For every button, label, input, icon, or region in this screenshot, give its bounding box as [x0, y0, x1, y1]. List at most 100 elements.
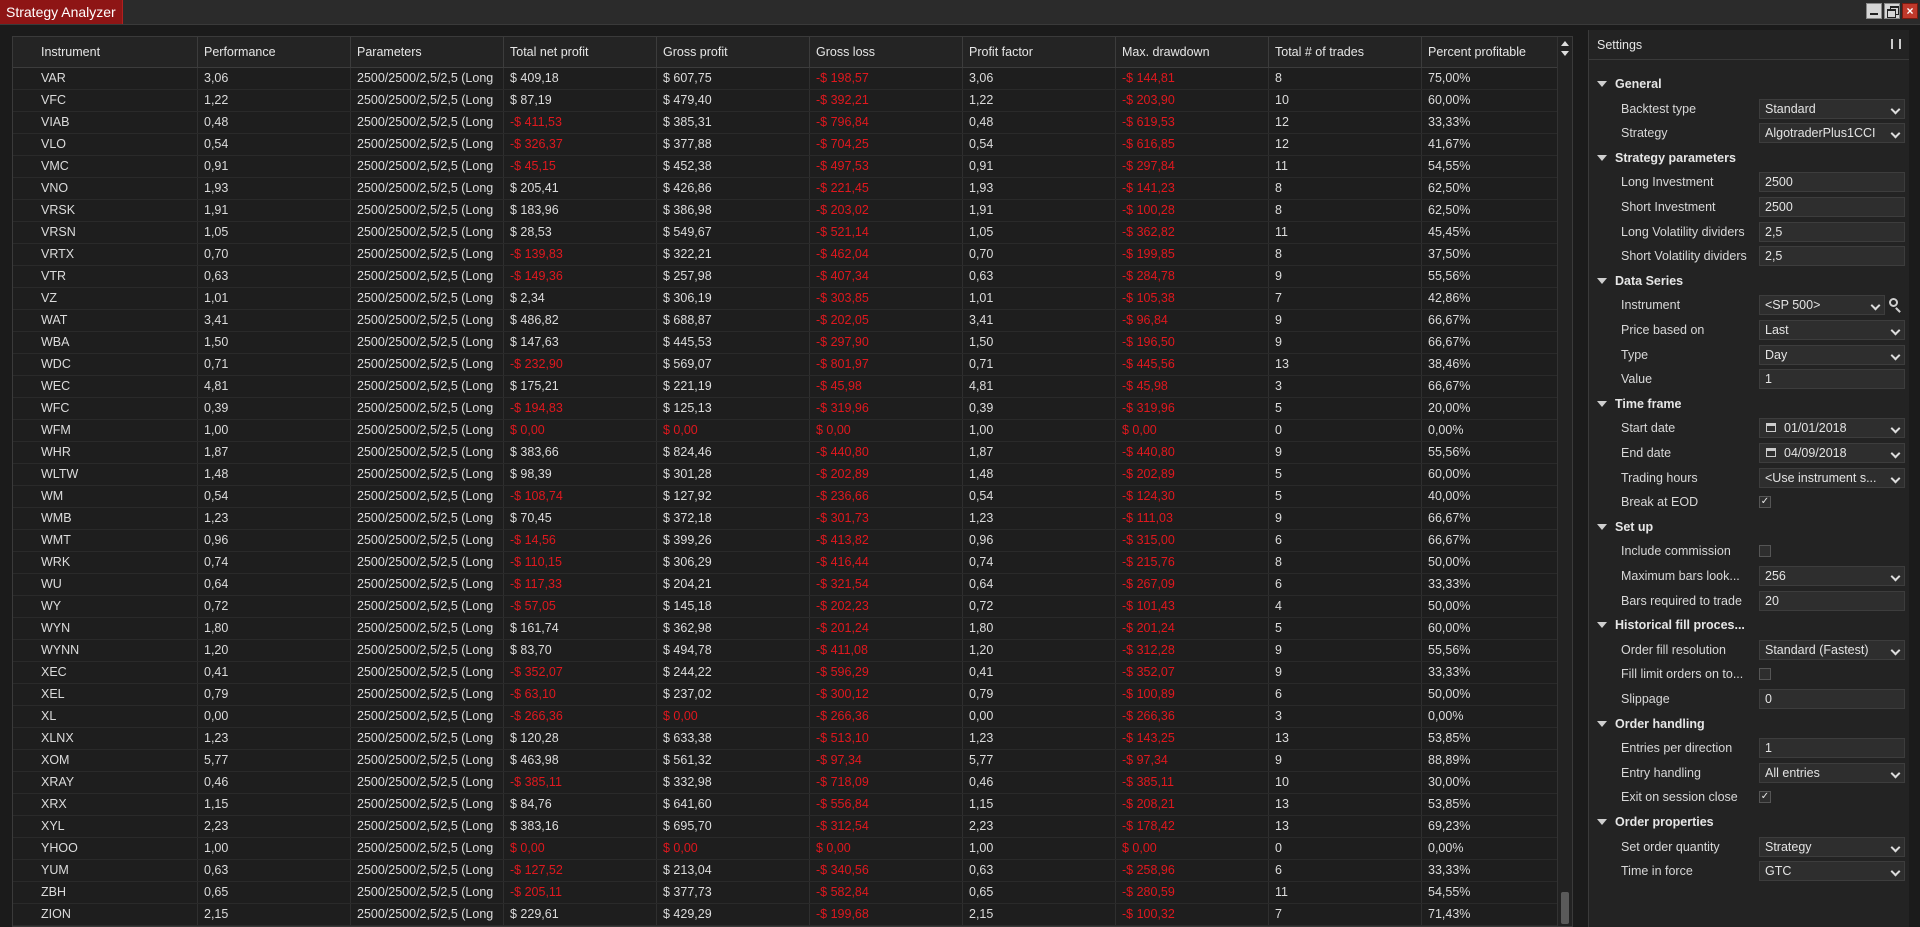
table-row[interactable]: XYL 2,23 2500/2500/2,5/2,5 (Long $ 383,16 $ … — [13, 816, 1560, 838]
table-row[interactable]: XRX 1,15 2500/2500/2,5/2,5 (Long $ 84,76 $ 6… — [13, 794, 1560, 816]
table-row[interactable]: WM 0,54 2500/2500/2,5/2,5 (Long -$ 108,74 $ … — [13, 486, 1560, 508]
table-row[interactable]: WY 0,72 2500/2500/2,5/2,5 (Long -$ 57,05 $ 1… — [13, 596, 1560, 618]
table-row[interactable]: WMB 1,23 2500/2500/2,5/2,5 (Long $ 70,45 $ 3… — [13, 508, 1560, 530]
table-row[interactable]: WAT 3,41 2500/2500/2,5/2,5 (Long $ 486,82 $ … — [13, 310, 1560, 332]
property-dropdown[interactable]: Last — [1759, 320, 1905, 340]
table-row[interactable]: XOM 5,77 2500/2500/2,5/2,5 (Long $ 463,98 $ … — [13, 750, 1560, 772]
scrollbar-thumb[interactable] — [1561, 892, 1569, 924]
table-row[interactable]: VZ 1,01 2500/2500/2,5/2,5 (Long $ 2,34 $ 306… — [13, 288, 1560, 310]
table-row[interactable]: ZION 2,15 2500/2500/2,5/2,5 (Long $ 229,61 $… — [13, 904, 1560, 926]
table-row[interactable]: XEL 0,79 2500/2500/2,5/2,5 (Long -$ 63,10 $ … — [13, 684, 1560, 706]
table-row[interactable]: YUM 0,63 2500/2500/2,5/2,5 (Long -$ 127,52 $… — [13, 860, 1560, 882]
column-header-profit-factor[interactable]: Profit factor — [963, 37, 1116, 67]
property-checkbox[interactable] — [1759, 545, 1771, 558]
table-row[interactable]: VLO 0,54 2500/2500/2,5/2,5 (Long -$ 326,37 $… — [13, 134, 1560, 156]
table-row[interactable]: VMC 0,91 2500/2500/2,5/2,5 (Long -$ 45,15 $ … — [13, 156, 1560, 178]
settings-section[interactable]: Strategy parameters — [1589, 146, 1909, 170]
collapse-arrow-icon[interactable] — [1597, 523, 1607, 530]
collapse-arrow-icon[interactable] — [1597, 400, 1607, 407]
column-header-instrument[interactable]: Instrument — [35, 37, 198, 67]
property-dropdown[interactable]: GTC — [1759, 861, 1905, 882]
collapse-arrow-icon[interactable] — [1597, 277, 1607, 284]
settings-section[interactable]: Historical fill proces... — [1589, 613, 1909, 637]
column-header-max-drawdown[interactable]: Max. drawdown — [1116, 37, 1269, 67]
column-header-gross-profit[interactable]: Gross profit — [657, 37, 810, 67]
vertical-scrollbar[interactable] — [1557, 37, 1572, 926]
column-header-total-net-profit[interactable]: Total net profit — [504, 37, 657, 67]
settings-section[interactable]: Order properties — [1589, 810, 1909, 834]
column-header-performance[interactable]: Performance — [198, 37, 351, 67]
search-icon[interactable] — [1889, 298, 1898, 308]
table-row[interactable]: VNO 1,93 2500/2500/2,5/2,5 (Long $ 205,41 $ … — [13, 178, 1560, 200]
table-row[interactable]: WRK 0,74 2500/2500/2,5/2,5 (Long -$ 110,15 $… — [13, 552, 1560, 574]
property-dropdown[interactable]: Strategy — [1759, 836, 1905, 857]
table-row[interactable]: XLNX 1,23 2500/2500/2,5/2,5 (Long $ 120,28 $… — [13, 728, 1560, 750]
property-dropdown[interactable]: 256 — [1759, 566, 1905, 586]
table-row[interactable]: VRSK 1,91 2500/2500/2,5/2,5 (Long $ 183,96 $… — [13, 200, 1560, 222]
collapse-arrow-icon[interactable] — [1597, 154, 1607, 161]
column-header-parameters[interactable]: Parameters — [351, 37, 504, 67]
scroll-up-icon[interactable] — [1561, 41, 1569, 46]
table-row[interactable]: VIAB 0,48 2500/2500/2,5/2,5 (Long -$ 411,53… — [13, 112, 1560, 134]
table-row[interactable]: VTR 0,63 2500/2500/2,5/2,5 (Long -$ 149,36 $… — [13, 266, 1560, 288]
table-row[interactable]: WMT 0,96 2500/2500/2,5/2,5 (Long -$ 14,56 $ … — [13, 530, 1560, 552]
table-row[interactable]: WEC 4,81 2500/2500/2,5/2,5 (Long $ 175,21 $ … — [13, 376, 1560, 398]
settings-section[interactable]: Order handling — [1589, 712, 1909, 736]
table-row[interactable]: VFC 1,22 2500/2500/2,5/2,5 (Long $ 87,19 $ 4… — [13, 90, 1560, 112]
table-row[interactable]: WHR 1,87 2500/2500/2,5/2,5 (Long $ 383,66 $ … — [13, 442, 1560, 464]
calendar-icon[interactable] — [1766, 423, 1776, 433]
column-header-gross-loss[interactable]: Gross loss — [810, 37, 963, 67]
table-row[interactable]: WDC 0,71 2500/2500/2,5/2,5 (Long -$ 232,90 $… — [13, 354, 1560, 376]
scroll-down-icon[interactable] — [1561, 51, 1569, 56]
settings-section[interactable]: General — [1589, 72, 1909, 96]
property-checkbox[interactable]: ✓ — [1759, 496, 1771, 509]
property-input[interactable]: 2500 — [1759, 172, 1905, 193]
table-row[interactable]: WBA 1,50 2500/2500/2,5/2,5 (Long $ 147,63 $ … — [13, 332, 1560, 354]
property-input[interactable]: 2,5 — [1759, 221, 1905, 242]
property-dropdown[interactable]: 01/01/2018 — [1759, 418, 1905, 439]
table-row[interactable]: WFC 0,39 2500/2500/2,5/2,5 (Long -$ 194,83 $… — [13, 398, 1560, 420]
property-dropdown[interactable]: All entries — [1759, 762, 1905, 783]
property-dropdown[interactable]: <SP 500> — [1759, 295, 1885, 316]
property-dropdown[interactable]: Standard — [1759, 98, 1905, 119]
table-row[interactable]: YHOO 1,00 2500/2500/2,5/2,5 (Long $ 0,00 $ 0… — [13, 838, 1560, 860]
property-checkbox[interactable] — [1759, 668, 1771, 681]
table-row[interactable]: VRTX 0,70 2500/2500/2,5/2,5 (Long -$ 139,83… — [13, 244, 1560, 266]
table-row[interactable]: XL 0,00 2500/2500/2,5/2,5 (Long -$ 266,36 $ … — [13, 706, 1560, 728]
table-row[interactable]: WU 0,64 2500/2500/2,5/2,5 (Long -$ 117,33 $ … — [13, 574, 1560, 596]
pin-icon[interactable] — [1891, 39, 1901, 49]
settings-section[interactable]: Set up — [1589, 515, 1909, 539]
collapse-arrow-icon[interactable] — [1597, 720, 1607, 727]
settings-section[interactable]: Time frame — [1589, 392, 1909, 416]
property-input[interactable]: 2,5 — [1759, 246, 1905, 267]
table-row[interactable]: VRSN 1,05 2500/2500/2,5/2,5 (Long $ 28,53 $ … — [13, 222, 1560, 244]
property-input[interactable]: 1 — [1759, 369, 1905, 390]
table-row[interactable]: VAR 3,06 2500/2500/2,5/2,5 (Long $ 409,18 $ … — [13, 68, 1560, 90]
table-row[interactable]: WYNN 1,20 2500/2500/2,5/2,5 (Long $ 83,70 $ … — [13, 640, 1560, 662]
property-checkbox[interactable]: ✓ — [1759, 791, 1771, 804]
table-row[interactable]: WYN 1,80 2500/2500/2,5/2,5 (Long $ 161,74 $ … — [13, 618, 1560, 640]
table-row[interactable]: ZBH 0,65 2500/2500/2,5/2,5 (Long -$ 205,11 $… — [13, 882, 1560, 904]
table-row[interactable]: WFM 1,00 2500/2500/2,5/2,5 (Long $ 0,00 $ 0,… — [13, 420, 1560, 442]
close-icon[interactable]: × — [1902, 3, 1918, 19]
calendar-icon[interactable] — [1766, 448, 1776, 457]
table-row[interactable]: XRAY 0,46 2500/2500/2,5/2,5 (Long -$ 385,11… — [13, 772, 1560, 794]
column-header-percent-profitable[interactable]: Percent profitable — [1422, 37, 1560, 67]
property-input[interactable]: 1 — [1759, 738, 1905, 759]
property-dropdown[interactable]: 04/09/2018 — [1759, 443, 1905, 463]
property-input[interactable]: 20 — [1759, 590, 1905, 611]
column-header-total-trades[interactable]: Total # of trades — [1269, 37, 1422, 67]
property-dropdown[interactable]: Day — [1759, 344, 1905, 365]
collapse-arrow-icon[interactable] — [1597, 819, 1607, 825]
collapse-arrow-icon[interactable] — [1597, 81, 1607, 87]
property-input[interactable]: 2500 — [1759, 197, 1905, 217]
property-dropdown[interactable]: <Use instrument s... — [1759, 467, 1905, 488]
property-input[interactable]: 0 — [1759, 689, 1905, 709]
minimize-icon[interactable] — [1866, 3, 1882, 19]
table-row[interactable]: WLTW 1,48 2500/2500/2,5/2,5 (Long $ 98,39 $ … — [13, 464, 1560, 486]
table-row[interactable]: XEC 0,41 2500/2500/2,5/2,5 (Long -$ 352,07 $… — [13, 662, 1560, 684]
restore-icon[interactable] — [1884, 3, 1900, 19]
settings-section[interactable]: Data Series — [1589, 269, 1909, 293]
property-dropdown[interactable]: AlgotraderPlus1CCI — [1759, 123, 1905, 144]
collapse-arrow-icon[interactable] — [1597, 622, 1607, 629]
